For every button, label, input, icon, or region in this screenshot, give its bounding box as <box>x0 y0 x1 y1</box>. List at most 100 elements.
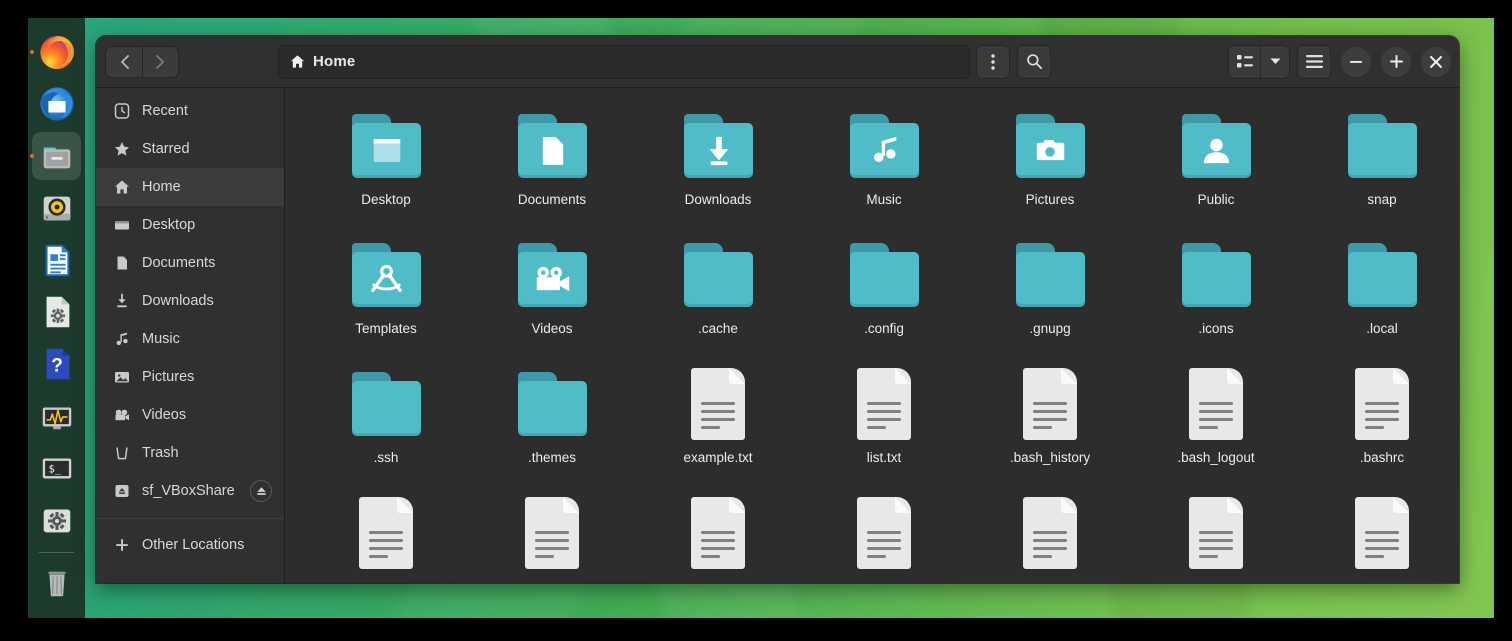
file-grid-item[interactable] <box>1133 489 1299 583</box>
forward-button[interactable] <box>142 45 179 78</box>
file-grid-item[interactable] <box>635 489 801 583</box>
file-grid-item[interactable]: .cache <box>635 231 801 360</box>
folder-emblem <box>1182 123 1251 178</box>
sidebar-item-music[interactable]: Music <box>96 320 284 358</box>
dock-item-help[interactable]: ? <box>28 338 85 390</box>
file-grid-item[interactable]: Templates <box>303 231 469 360</box>
folder-icon <box>844 235 924 315</box>
document-glyph <box>857 497 911 569</box>
sidebar-item-videos[interactable]: Videos <box>96 396 284 434</box>
file-grid-item-label: .bash_logout <box>1177 450 1255 465</box>
close-icon <box>1430 55 1442 68</box>
three-dots-vertical-icon <box>991 53 995 70</box>
close-button[interactable] <box>1421 46 1451 77</box>
dock-item-libreoffice-writer[interactable] <box>28 234 85 286</box>
eject-icon <box>256 486 266 495</box>
folder-emblem <box>1348 123 1417 178</box>
file-grid-item-label: Videos <box>531 321 573 336</box>
running-indicator <box>30 154 34 158</box>
file-grid-item[interactable]: Videos <box>469 231 635 360</box>
file-grid-item[interactable] <box>303 489 469 583</box>
header-menu-button[interactable] <box>976 44 1010 79</box>
breadcrumb[interactable]: Home <box>278 44 970 79</box>
file-grid-item[interactable] <box>967 489 1133 583</box>
folder-icon <box>346 106 426 186</box>
dock-item-files[interactable] <box>28 130 85 182</box>
minimize-icon <box>1350 60 1362 63</box>
chevron-right-icon <box>156 54 164 69</box>
sidebar-separator <box>96 518 284 519</box>
file-grid-item[interactable] <box>801 489 967 583</box>
sidebar-item-other-locations[interactable]: Other Locations <box>96 526 284 564</box>
dock-item-settings[interactable] <box>28 494 85 546</box>
sidebar-item-pictures[interactable]: Pictures <box>96 358 284 396</box>
hamburger-menu-button[interactable] <box>1297 44 1331 79</box>
document-glyph <box>857 368 911 440</box>
file-grid-item[interactable]: .themes <box>469 360 635 489</box>
folder-glyph <box>1016 243 1085 307</box>
text-file-icon <box>1176 364 1256 444</box>
file-grid-item[interactable]: Desktop <box>303 102 469 231</box>
view-options-dropdown[interactable] <box>1261 46 1289 78</box>
search-button[interactable] <box>1017 44 1051 79</box>
sidebar-item-starred[interactable]: Starred <box>96 130 284 168</box>
dock-item-system-monitor[interactable] <box>28 390 85 442</box>
file-grid-item[interactable]: snap <box>1299 102 1459 231</box>
back-button[interactable] <box>105 45 142 78</box>
folder-icon <box>678 235 758 315</box>
music-note-icon <box>113 331 130 348</box>
file-grid-item[interactable]: .bashrc <box>1299 360 1459 489</box>
dock-item-software-installer[interactable] <box>28 286 85 338</box>
sidebar-item-downloads[interactable]: Downloads <box>96 282 284 320</box>
dock-item-terminal[interactable]: $_ <box>28 442 85 494</box>
file-grid-item[interactable] <box>469 489 635 583</box>
file-grid-item[interactable]: Public <box>1133 102 1299 231</box>
sidebar-item-home[interactable]: Home <box>96 168 284 206</box>
minimize-button[interactable] <box>1341 46 1371 77</box>
file-grid-item[interactable]: list.txt <box>801 360 967 489</box>
sidebar-item-sf-vboxshare[interactable]: sf_VBoxShare <box>96 472 284 510</box>
maximize-button[interactable] <box>1381 46 1411 77</box>
sidebar-item-label: Desktop <box>142 217 196 233</box>
file-grid[interactable]: Desktop Documents Downloads Music Pictur… <box>285 88 1459 583</box>
file-grid-item[interactable]: .config <box>801 231 967 360</box>
dock-item-rhythmbox[interactable] <box>28 182 85 234</box>
file-grid-item[interactable]: .ssh <box>303 360 469 489</box>
file-grid-item[interactable]: Pictures <box>967 102 1133 231</box>
sidebar-item-documents[interactable]: Documents <box>96 244 284 282</box>
file-grid-item[interactable]: .icons <box>1133 231 1299 360</box>
text-file-icon <box>844 364 924 444</box>
terminal-icon: $_ <box>38 449 76 487</box>
dock-item-thunderbird[interactable] <box>28 78 85 130</box>
file-grid-item[interactable]: Documents <box>469 102 635 231</box>
file-grid-item[interactable]: .bash_logout <box>1133 360 1299 489</box>
sidebar-item-recent[interactable]: Recent <box>96 92 284 130</box>
folder-emblem <box>352 381 421 436</box>
file-grid-item[interactable]: example.txt <box>635 360 801 489</box>
document-glyph <box>359 497 413 569</box>
folder-emblem <box>352 123 421 178</box>
sidebar-item-trash[interactable]: Trash <box>96 434 284 472</box>
list-view-button[interactable] <box>1229 45 1261 78</box>
eject-button[interactable] <box>250 480 272 502</box>
dock-item-trash[interactable] <box>28 557 85 609</box>
file-grid-item[interactable]: Downloads <box>635 102 801 231</box>
document-glyph <box>1189 497 1243 569</box>
video-camera-icon <box>113 407 130 424</box>
dock-item-firefox[interactable] <box>28 26 85 78</box>
file-grid-item[interactable]: .gnupg <box>967 231 1133 360</box>
file-grid-item[interactable]: .bash_history <box>967 360 1133 489</box>
folder-icon <box>512 364 592 444</box>
text-file-icon <box>1010 364 1090 444</box>
document-glyph <box>1355 368 1409 440</box>
text-file-icon <box>1176 493 1256 573</box>
document-text-lines <box>1199 402 1233 429</box>
file-grid-item[interactable] <box>1299 489 1459 583</box>
folder-icon <box>346 364 426 444</box>
sidebar-item-desktop[interactable]: Desktop <box>96 206 284 244</box>
file-grid-item[interactable]: .local <box>1299 231 1459 360</box>
file-grid-item[interactable]: Music <box>801 102 967 231</box>
folder-glyph <box>684 114 753 178</box>
file-grid-item-label: .themes <box>527 450 577 465</box>
search-icon <box>1026 54 1042 70</box>
